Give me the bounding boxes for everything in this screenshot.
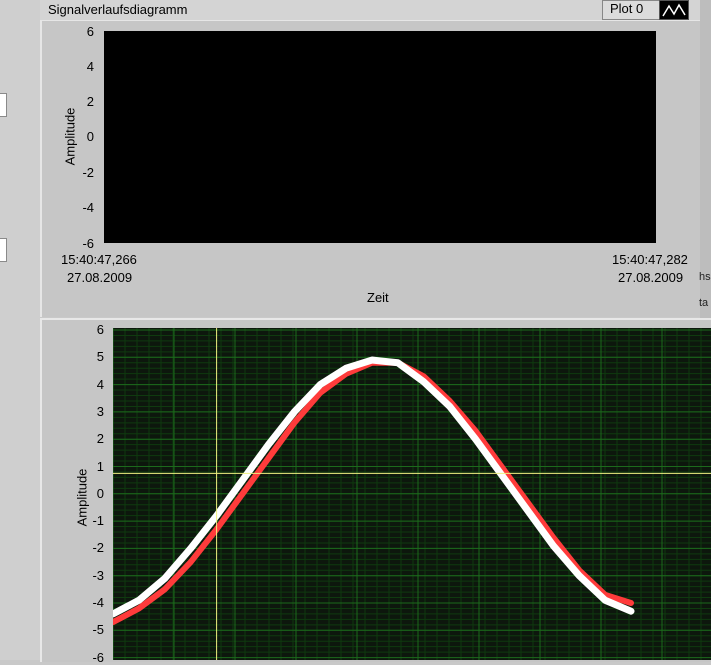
lower-y-tick: -6: [92, 649, 104, 665]
upper-y-tick: -4: [82, 200, 94, 215]
lower-y-tick: 4: [96, 376, 104, 392]
left-input-box[interactable]: [0, 93, 7, 117]
upper-x-end-time: 15:40:47,282: [612, 252, 688, 267]
upper-y-tick: -2: [82, 165, 94, 180]
lower-y-tick: 2: [96, 431, 104, 447]
lower-y-tick: -3: [92, 567, 104, 583]
lower-y-tick: -5: [92, 622, 104, 638]
lower-y-tick: 3: [96, 403, 104, 419]
upper-x-start-time: 15:40:47,266: [61, 252, 137, 267]
waveform-chart: [109, 328, 711, 660]
upper-y-tick: 4: [86, 59, 94, 74]
lower-plot-area[interactable]: [109, 328, 711, 660]
upper-y-tick: 6: [86, 24, 94, 39]
upper-y-tick: -6: [82, 236, 94, 251]
plot-legend-label: Plot 0: [610, 1, 644, 16]
upper-y-axis-label: Amplitude: [62, 107, 78, 166]
side-label-fragment: ta: [699, 297, 709, 309]
lower-y-axis-label: Amplitude: [74, 468, 90, 527]
left-input-box[interactable]: [0, 238, 7, 262]
upper-x-start-date: 27.08.2009: [67, 270, 133, 285]
lower-y-tick: 5: [96, 349, 104, 365]
series-line-0: [110, 359, 634, 626]
chart-title: Signalverlaufsdiagramm: [48, 2, 188, 17]
lower-y-tick: 6: [96, 322, 104, 337]
upper-x-end-date: 27.08.2009: [618, 270, 684, 285]
upper-plot-area[interactable]: [104, 31, 656, 243]
plot-line-swatch-icon[interactable]: [659, 0, 689, 20]
lower-y-tick: -4: [92, 595, 104, 610]
upper-y-tick: 2: [86, 94, 94, 109]
upper-x-axis-label: Zeit: [367, 290, 389, 305]
lower-y-tick: -2: [92, 540, 104, 556]
side-label-fragment: hs: [699, 271, 711, 283]
upper-y-tick: 0: [86, 129, 94, 144]
